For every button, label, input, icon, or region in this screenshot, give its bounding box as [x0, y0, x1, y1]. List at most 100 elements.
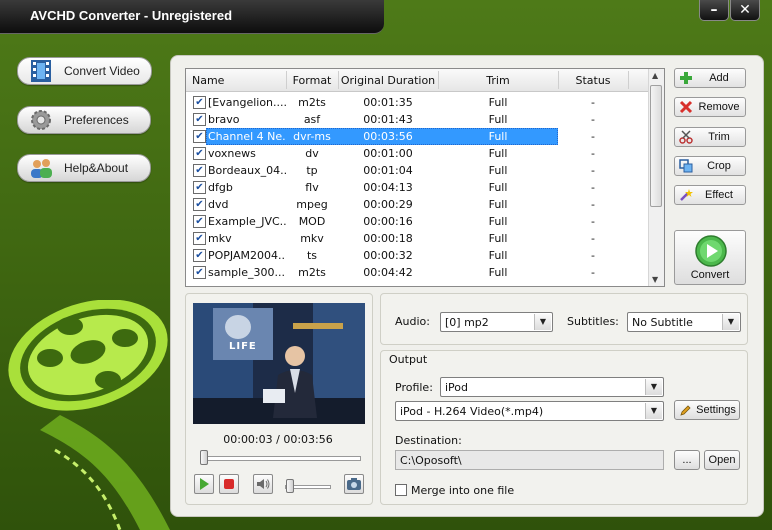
stop-button[interactable] — [219, 474, 239, 494]
trim-button[interactable]: Trim — [674, 127, 746, 147]
audio-track-value: [0] mp2 — [445, 316, 489, 329]
audio-label: Audio: — [395, 315, 430, 328]
chevron-down-icon[interactable]: ▼ — [645, 403, 662, 419]
table-row[interactable]: ✔ dvd mpeg 00:00:29 Full - — [186, 196, 648, 213]
profile-select[interactable]: iPod ▼ — [440, 377, 664, 397]
nav-help-about-button[interactable]: Help&About — [17, 154, 151, 182]
column-header-name[interactable]: Name — [192, 74, 224, 87]
table-row[interactable]: ✔ [Evangelion.... m2ts 00:01:35 Full - — [186, 94, 648, 111]
column-header-status[interactable]: Status — [558, 74, 628, 87]
merge-label: Merge into one file — [411, 484, 515, 497]
row-checkbox[interactable]: ✔ — [193, 164, 206, 177]
cell-format: asf — [303, 113, 321, 126]
cell-duration: 00:01:04 — [363, 164, 413, 177]
row-checkbox[interactable]: ✔ — [193, 249, 206, 262]
file-list-scrollbar[interactable]: ▲ ▼ — [648, 69, 664, 286]
convert-label: Convert — [690, 269, 730, 281]
cell-name: dfgb — [208, 181, 233, 194]
cell-format: dv — [305, 147, 319, 160]
browse-button[interactable]: ... — [674, 450, 700, 470]
column-header-duration[interactable]: Original Duration — [338, 74, 438, 87]
table-row[interactable]: ✔ sample_300... m2ts 00:04:42 Full - — [186, 264, 648, 281]
seek-track[interactable] — [200, 456, 361, 461]
remove-button[interactable]: Remove — [674, 97, 746, 117]
magic-wand-icon — [680, 189, 693, 201]
output-group-label: Output — [386, 353, 431, 366]
table-row[interactable]: ✔ dfgb flv 00:04:13 Full - — [186, 179, 648, 196]
cell-format: ts — [306, 249, 318, 262]
minimize-button[interactable]: – — [699, 0, 729, 21]
audio-track-select[interactable]: [0] mp2 ▼ — [440, 312, 553, 332]
volume-slider-handle[interactable] — [286, 479, 294, 493]
cell-name: sample_300... — [208, 266, 285, 279]
row-checkbox[interactable]: ✔ — [193, 266, 206, 279]
close-button[interactable]: ✕ — [730, 0, 760, 21]
cell-duration: 00:01:43 — [363, 113, 413, 126]
settings-button[interactable]: Settings — [674, 400, 740, 420]
row-checkbox[interactable]: ✔ — [193, 232, 206, 245]
column-header-format[interactable]: Format — [286, 74, 338, 87]
output-format-select[interactable]: iPod - H.264 Video(*.mp4) ▼ — [395, 401, 664, 421]
play-icon — [200, 478, 209, 490]
cell-name: mkv — [208, 232, 232, 245]
cell-format: m2ts — [298, 266, 326, 279]
play-button[interactable] — [194, 474, 214, 494]
window-title: AVCHD Converter - Unregistered — [30, 8, 233, 23]
table-row[interactable]: ✔ mkv mkv 00:00:18 Full - — [186, 230, 648, 247]
cell-duration: 00:01:00 — [363, 147, 413, 160]
merge-checkbox[interactable] — [395, 484, 407, 496]
chevron-down-icon[interactable]: ▼ — [722, 314, 739, 330]
table-row[interactable]: ✔ POPJAM2004... ts 00:00:32 Full - — [186, 247, 648, 264]
pencil-icon — [680, 405, 691, 416]
effect-button[interactable]: Effect — [674, 185, 746, 205]
nav-convert-video-button[interactable]: Convert Video — [17, 57, 152, 85]
subtitle-select[interactable]: No Subtitle ▼ — [627, 312, 741, 332]
scroll-down-arrow-icon[interactable]: ▼ — [652, 275, 658, 284]
chevron-down-icon[interactable]: ▼ — [645, 379, 662, 395]
table-row[interactable]: ✔ Channel 4 Ne... dvr-ms 00:03:56 Full - — [186, 128, 648, 145]
table-row[interactable]: ✔ bravo asf 00:01:43 Full - — [186, 111, 648, 128]
scroll-up-arrow-icon[interactable]: ▲ — [652, 71, 658, 80]
snapshot-button[interactable] — [344, 474, 364, 494]
cell-format: mkv — [300, 232, 324, 245]
row-checkbox[interactable]: ✔ — [193, 113, 206, 126]
cell-trim: Full — [488, 164, 508, 177]
table-row[interactable]: ✔ Example_JVC... MOD 00:00:16 Full - — [186, 213, 648, 230]
scissors-icon — [679, 130, 693, 144]
volume-button[interactable] — [253, 474, 273, 494]
file-list[interactable]: Name Format Original Duration Trim Statu… — [185, 68, 665, 287]
cell-name: Channel 4 Ne... — [208, 130, 286, 143]
chevron-down-icon[interactable]: ▼ — [534, 314, 551, 330]
seek-slider-handle[interactable] — [200, 450, 208, 465]
row-checkbox[interactable]: ✔ — [193, 147, 206, 160]
destination-label: Destination: — [395, 434, 462, 447]
scrollbar-thumb[interactable] — [650, 85, 662, 207]
cell-trim: Full — [488, 215, 508, 228]
row-checkbox[interactable]: ✔ — [193, 96, 206, 109]
cell-trim: Full — [488, 266, 508, 279]
row-checkbox[interactable]: ✔ — [193, 215, 206, 228]
column-header-trim[interactable]: Trim — [438, 74, 558, 87]
subtitles-label: Subtitles: — [567, 315, 619, 328]
open-folder-button[interactable]: Open — [704, 450, 740, 470]
table-row[interactable]: ✔ Bordeaux_04... tp 00:01:04 Full - — [186, 162, 648, 179]
row-checkbox[interactable]: ✔ — [193, 130, 206, 143]
subtitle-value: No Subtitle — [632, 316, 693, 329]
add-button[interactable]: Add — [674, 68, 746, 88]
cell-format: dvr-ms — [293, 130, 331, 143]
users-icon — [31, 159, 52, 178]
settings-label: Settings — [696, 404, 736, 416]
destination-field[interactable]: C:\Oposoft\ — [395, 450, 664, 470]
convert-button[interactable]: Convert — [674, 230, 746, 285]
table-row[interactable]: ✔ voxnews dv 00:01:00 Full - — [186, 145, 648, 162]
row-checkbox[interactable]: ✔ — [193, 181, 206, 194]
plus-icon — [680, 72, 692, 84]
cell-format: flv — [305, 181, 319, 194]
row-checkbox[interactable]: ✔ — [193, 198, 206, 211]
cell-duration: 00:00:16 — [363, 215, 413, 228]
cell-status: - — [591, 249, 595, 262]
nav-preferences-button[interactable]: Preferences — [17, 106, 151, 134]
column-divider[interactable] — [628, 71, 629, 89]
crop-button[interactable]: Crop — [674, 156, 746, 176]
cell-status: - — [591, 232, 595, 245]
